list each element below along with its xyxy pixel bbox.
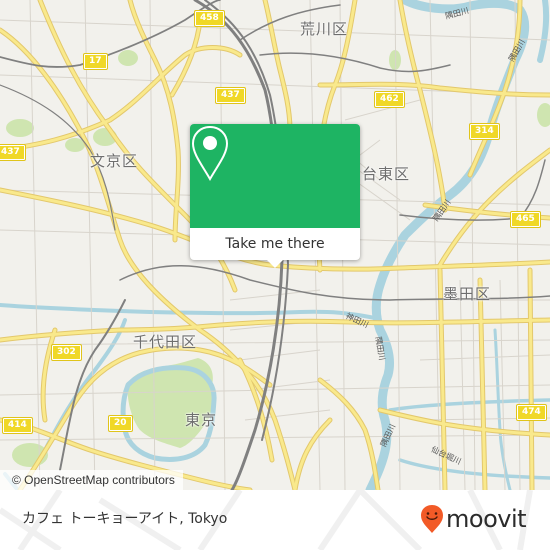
route-shield: 458 — [194, 10, 225, 27]
district-label-taito: 台東区 — [362, 165, 411, 183]
route-shield: 437 — [215, 87, 246, 104]
district-label-tokyo: 東京 — [185, 411, 218, 429]
district-label-sumida: 墨田区 — [443, 285, 492, 303]
popup-header — [190, 124, 360, 228]
place-name: カフェ トーキョーアイト, Tokyo — [22, 511, 228, 527]
district-label-chiyoda: 千代田区 — [133, 333, 198, 351]
kanda-river — [0, 303, 377, 320]
moovit-wordmark: moovit — [446, 505, 527, 533]
moovit-logo[interactable]: moovit — [420, 504, 527, 534]
popup-tail — [267, 260, 283, 268]
moovit-smiley-pin-icon — [421, 505, 443, 533]
map-view[interactable]: 荒川区 文京区 台東区 墨田区 千代田区 東京 458 17 437 437 4… — [0, 0, 550, 490]
route-shield: 17 — [83, 53, 108, 70]
river — [537, 0, 550, 63]
location-popup: Take me there — [190, 124, 360, 268]
route-shield: 414 — [2, 417, 33, 434]
park — [537, 103, 550, 127]
take-me-there-button[interactable]: Take me there — [190, 228, 360, 260]
map-attribution[interactable]: © OpenStreetMap contributors — [0, 470, 183, 490]
park — [118, 50, 138, 66]
footer-bar: カフェ トーキョーアイト, Tokyo moovit — [0, 490, 550, 550]
imperial-palace-park — [127, 358, 217, 448]
district-label-arakawa: 荒川区 — [300, 20, 349, 38]
route-shield: 314 — [469, 123, 500, 140]
railway — [259, 52, 451, 73]
map-pin-icon — [191, 125, 229, 182]
park — [6, 119, 34, 137]
route-shield: 462 — [374, 91, 405, 108]
park — [389, 50, 401, 70]
route-shield: 465 — [510, 211, 541, 228]
canal — [493, 328, 512, 490]
route-shield: 474 — [516, 404, 547, 421]
route-shield: 20 — [108, 415, 133, 432]
route-shield: 437 — [0, 144, 26, 161]
sumida-river — [365, 0, 530, 490]
route-shield: 302 — [51, 344, 82, 361]
district-label-bunkyo: 文京区 — [90, 152, 139, 170]
